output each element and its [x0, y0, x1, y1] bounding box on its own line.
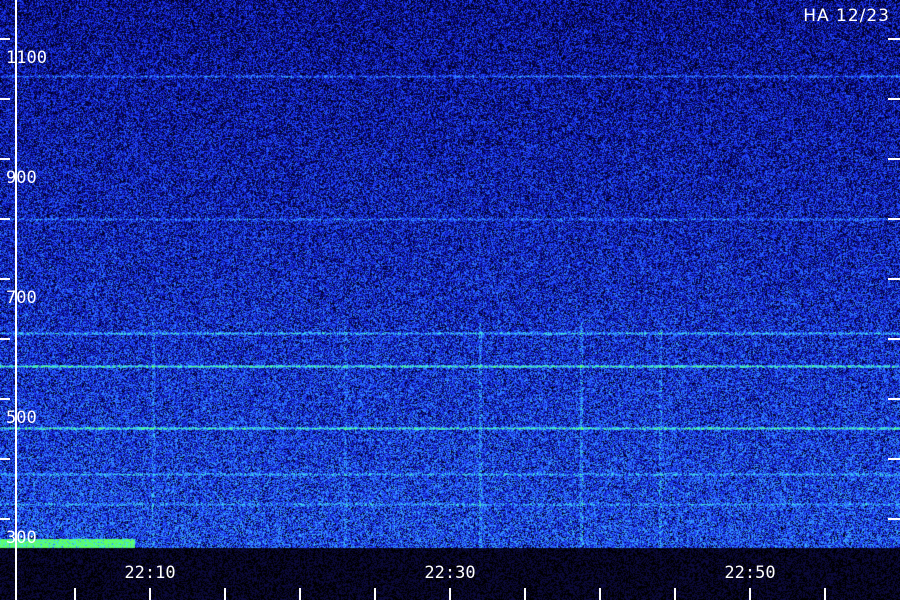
- y-ticks-group: 300 500 700 900 1100: [0, 38, 900, 548]
- y-tick-label: 300: [6, 528, 37, 548]
- chart-title: HA 12/23: [803, 6, 890, 26]
- x-tick-label: 22:50: [724, 563, 775, 583]
- chart-axes-overlay: 300 500 700 900 1100 22:10 22:30 22:50: [0, 0, 900, 600]
- spectrogram-chart: 300 500 700 900 1100 22:10 22:30 22:50 HA 12/2…: [0, 0, 900, 600]
- y-tick-label: 500: [6, 408, 37, 428]
- x-tick-label: 22:10: [124, 563, 175, 583]
- x-ticks-group: 22:10 22:30 22:50: [74, 563, 826, 600]
- x-tick-label: 22:30: [424, 563, 475, 583]
- y-tick-label: 1100: [6, 48, 47, 68]
- y-tick-label: 900: [6, 168, 37, 188]
- y-tick-label: 700: [6, 288, 37, 308]
